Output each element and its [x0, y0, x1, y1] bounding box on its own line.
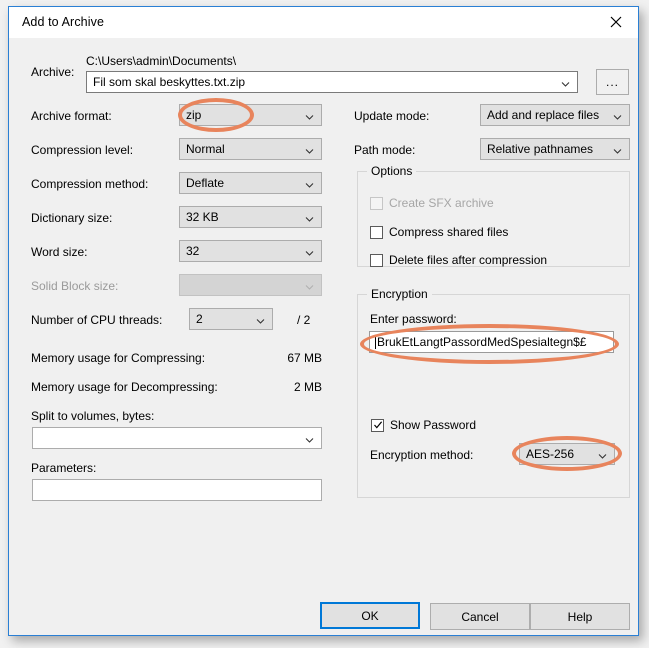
checkbox-show-password[interactable]: Show Password [371, 418, 476, 432]
options-group-title: Options [367, 164, 417, 178]
archive-format-combo[interactable]: zip [179, 104, 322, 126]
encryption-group-title: Encryption [367, 287, 432, 301]
cpu-threads-total: / 2 [297, 313, 311, 327]
password-value: BrukEtLangtPassordMedSpesialtegn$£ [377, 335, 587, 349]
text-caret [375, 335, 376, 349]
chevron-down-icon [305, 111, 314, 120]
close-button[interactable] [593, 7, 638, 37]
chevron-down-icon [613, 111, 622, 120]
cancel-button[interactable]: Cancel [430, 603, 530, 630]
checkbox-create-sfx: Create SFX archive [370, 196, 494, 210]
dictionary-size-value: 32 KB [186, 210, 219, 224]
checkbox-label: Compress shared files [389, 225, 509, 239]
solid-block-size-combo [179, 274, 322, 296]
archive-path-text: C:\Users\admin\Documents\ [86, 54, 237, 68]
split-volumes-combo[interactable] [32, 427, 322, 449]
archive-label: Archive: [31, 65, 75, 79]
checkbox-label: Delete files after compression [389, 253, 548, 267]
checkbox-box [371, 418, 384, 432]
word-size-label: Word size: [31, 245, 88, 259]
dictionary-size-combo[interactable]: 32 KB [179, 206, 322, 228]
checkbox-label: Show Password [390, 418, 477, 432]
parameters-input[interactable] [32, 479, 322, 501]
window-title: Add to Archive [22, 15, 105, 29]
compression-method-combo[interactable]: Deflate [179, 172, 322, 194]
archive-format-label: Archive format: [31, 109, 112, 123]
password-input[interactable]: BrukEtLangtPassordMedSpesialtegn$£ [369, 331, 614, 353]
word-size-value: 32 [186, 244, 200, 258]
encryption-method-label: Encryption method: [370, 448, 474, 462]
checkbox-box [370, 225, 383, 239]
browse-button[interactable]: ... [596, 69, 629, 95]
compression-level-label: Compression level: [31, 143, 134, 157]
archive-name-value: Fil som skal beskyttes.txt.zip [93, 75, 246, 89]
memory-compress-value: 67 MB [287, 351, 322, 365]
solid-block-size-label: Solid Block size: [31, 279, 119, 293]
compression-method-value: Deflate [186, 176, 225, 190]
memory-decompress-label: Memory usage for Decompressing: [31, 380, 218, 394]
checkbox-compress-shared-files[interactable]: Compress shared files [370, 225, 508, 239]
chevron-down-icon [305, 281, 314, 290]
word-size-combo[interactable]: 32 [179, 240, 322, 262]
compression-level-combo[interactable]: Normal [179, 138, 322, 160]
update-mode-value: Add and replace files [487, 108, 600, 122]
chevron-down-icon [305, 434, 314, 443]
enter-password-label: Enter password: [370, 312, 457, 326]
encryption-method-value: AES-256 [526, 447, 575, 461]
ok-button[interactable]: OK [320, 602, 420, 629]
update-mode-combo[interactable]: Add and replace files [480, 104, 630, 126]
title-bar: Add to Archive [9, 7, 638, 39]
cpu-threads-value: 2 [196, 312, 203, 326]
chevron-down-icon [256, 315, 265, 324]
cpu-threads-combo[interactable]: 2 [189, 308, 273, 330]
memory-compress-label: Memory usage for Compressing: [31, 351, 206, 365]
checkbox-box [370, 253, 383, 267]
parameters-label: Parameters: [31, 461, 97, 475]
chevron-down-icon [598, 450, 607, 459]
compression-method-label: Compression method: [31, 177, 149, 191]
chevron-down-icon [305, 179, 314, 188]
compression-level-value: Normal [186, 142, 225, 156]
help-button[interactable]: Help [530, 603, 630, 630]
path-mode-value: Relative pathnames [487, 142, 594, 156]
encryption-method-combo[interactable]: AES-256 [519, 443, 615, 465]
archive-name-combo[interactable]: Fil som skal beskyttes.txt.zip [86, 71, 578, 93]
chevron-down-icon [305, 247, 314, 256]
path-mode-combo[interactable]: Relative pathnames [480, 138, 630, 160]
chevron-down-icon [613, 145, 622, 154]
chevron-down-icon [305, 213, 314, 222]
chevron-down-icon [305, 145, 314, 154]
archive-format-value: zip [186, 108, 202, 122]
checkbox-box [370, 196, 383, 210]
dialog-body: Archive: C:\Users\admin\Documents\ Fil s… [9, 38, 638, 635]
split-volumes-label: Split to volumes, bytes: [31, 409, 155, 423]
cpu-threads-label: Number of CPU threads: [31, 313, 163, 327]
path-mode-label: Path mode: [354, 143, 416, 157]
add-to-archive-dialog: Add to Archive Archive: C:\Users\admin\D… [8, 6, 639, 636]
close-icon [610, 16, 622, 28]
checkbox-delete-files-after-compression[interactable]: Delete files after compression [370, 253, 547, 267]
chevron-down-icon [561, 78, 570, 87]
dictionary-size-label: Dictionary size: [31, 211, 113, 225]
update-mode-label: Update mode: [354, 109, 430, 123]
checkbox-label: Create SFX archive [389, 196, 494, 210]
memory-decompress-value: 2 MB [293, 380, 322, 394]
